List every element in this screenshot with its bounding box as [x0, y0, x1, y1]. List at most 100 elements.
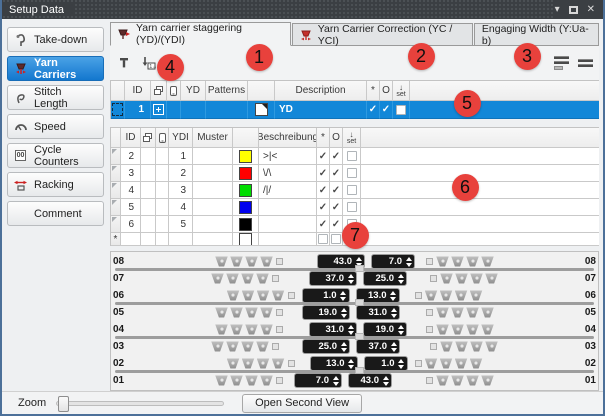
yarn-carrier-icon[interactable] — [230, 375, 243, 386]
color-swatch[interactable] — [239, 150, 252, 163]
split-view-icon[interactable] — [554, 56, 569, 70]
row-selector[interactable] — [111, 148, 121, 165]
yarn-carrier-icon[interactable] — [425, 358, 438, 369]
carrier-handle[interactable] — [276, 377, 283, 384]
cell-merge[interactable] — [141, 148, 156, 165]
cell-ydi[interactable] — [169, 233, 193, 246]
spin-up-icon[interactable] — [398, 274, 404, 278]
cell-set[interactable] — [343, 182, 361, 199]
yarn-carrier-icon[interactable] — [215, 307, 228, 318]
yarn-carrier-icon[interactable] — [481, 324, 494, 335]
set-checkbox[interactable] — [347, 202, 357, 212]
yarn-carrier-icon[interactable] — [245, 375, 258, 386]
row-selector[interactable] — [111, 216, 121, 233]
yarn-carrier-icon[interactable] — [226, 273, 239, 284]
row-selector[interactable] — [111, 199, 121, 216]
carrier-handle[interactable] — [415, 360, 422, 367]
cell-muster[interactable] — [193, 148, 233, 165]
yarn-carrier-icon[interactable] — [455, 290, 468, 301]
cell-id[interactable]: 6 — [121, 216, 141, 233]
sidebar-item-stitch-length[interactable]: Stitch Length — [7, 85, 104, 110]
sidebar-item-racking[interactable]: Racking — [7, 172, 104, 197]
row-selector[interactable] — [111, 101, 125, 119]
right-value-spinner[interactable]: 7.0 — [371, 254, 415, 269]
cell-swatch[interactable] — [233, 233, 259, 246]
cell-merge[interactable] — [141, 182, 156, 199]
spin-up-icon[interactable] — [348, 325, 354, 329]
cell-beschreibung[interactable]: >|< — [259, 148, 317, 165]
left-value-spinner[interactable]: 37.0 — [309, 271, 357, 286]
color-swatch[interactable] — [239, 218, 252, 231]
sidebar-item-take-down[interactable]: Take-down — [7, 27, 104, 52]
spin-up-icon[interactable] — [391, 342, 397, 346]
yarn-carrier-icon[interactable] — [440, 290, 453, 301]
cell-o[interactable]: ✓ — [330, 216, 343, 233]
left-value-spinner[interactable]: 43.0 — [317, 254, 365, 269]
set-checkbox[interactable] — [347, 151, 357, 161]
spin-up-icon[interactable] — [341, 308, 347, 312]
new-row-marker[interactable]: * — [111, 233, 121, 246]
carrier-handle[interactable] — [426, 326, 433, 333]
cell-device[interactable] — [156, 148, 169, 165]
yarn-carrier-icon[interactable] — [257, 358, 270, 369]
cell-o[interactable]: ✓ — [330, 148, 343, 165]
set-checkbox[interactable] — [396, 105, 406, 115]
row-selector[interactable] — [111, 165, 121, 182]
yarn-carrier-icon[interactable] — [481, 256, 494, 267]
window-menu-icon[interactable]: ▾ — [555, 0, 560, 19]
cell-o[interactable]: ✓ — [330, 165, 343, 182]
yarn-carrier-icon[interactable] — [455, 358, 468, 369]
carrier-handle[interactable] — [288, 360, 295, 367]
yarn-carrier-icon[interactable] — [451, 307, 464, 318]
yarn-carrier-icon[interactable] — [227, 290, 240, 301]
left-value-spinner[interactable]: 19.0 — [302, 305, 350, 320]
right-value-spinner[interactable]: 19.0 — [363, 322, 407, 337]
spin-up-icon[interactable] — [356, 257, 362, 261]
cell-ydi[interactable]: 4 — [169, 199, 193, 216]
cell-set[interactable] — [343, 165, 361, 182]
spin-up-icon[interactable] — [406, 257, 412, 261]
spinner-arrows[interactable] — [340, 342, 349, 352]
cell-muster[interactable] — [193, 216, 233, 233]
tab-2[interactable]: Yarn Carrier Correction (YC / YCI) — [292, 23, 473, 45]
spin-up-icon[interactable] — [333, 376, 339, 380]
yarn-carrier-icon[interactable] — [241, 341, 254, 352]
yarn-carrier-icon[interactable] — [466, 324, 479, 335]
yarn-carrier-icon[interactable] — [245, 324, 258, 335]
spinner-arrows[interactable] — [340, 308, 349, 318]
renumber-icon[interactable]: 1↔ — [139, 54, 157, 72]
spin-down-icon[interactable] — [406, 263, 412, 267]
cell-star[interactable] — [317, 233, 330, 246]
cell-merge[interactable] — [141, 233, 156, 246]
right-value-spinner[interactable]: 1.0 — [364, 356, 408, 371]
yarn-carrier-icon[interactable] — [256, 341, 269, 352]
spinner-arrows[interactable] — [405, 257, 414, 267]
yarn-carrier-icon[interactable] — [440, 341, 453, 352]
cell-swatch[interactable] — [248, 101, 275, 119]
spin-down-icon[interactable] — [398, 280, 404, 284]
yarn-carrier-icon[interactable] — [230, 307, 243, 318]
spin-down-icon[interactable] — [383, 382, 389, 386]
yarn-carrier-icon[interactable] — [227, 358, 240, 369]
cell-description[interactable]: YD — [275, 101, 367, 119]
yarn-carrier-icon[interactable] — [260, 324, 273, 335]
carrier-handle[interactable] — [415, 292, 422, 299]
carrier-handle[interactable] — [430, 275, 437, 282]
spin-down-icon[interactable] — [348, 331, 354, 335]
cell-o[interactable]: ✓ — [330, 199, 343, 216]
yarn-carrier-icon[interactable] — [256, 273, 269, 284]
ydi-table-row[interactable]: 43/|/✓✓ — [111, 182, 599, 199]
yarn-carrier-icon[interactable] — [481, 375, 494, 386]
spin-up-icon[interactable] — [348, 274, 354, 278]
yd-table-row[interactable]: 1YD✓✓ — [111, 101, 599, 119]
spinner-arrows[interactable] — [390, 291, 399, 301]
yarn-carrier-icon[interactable] — [466, 307, 479, 318]
cell-beschreibung[interactable] — [259, 216, 317, 233]
spinner-arrows[interactable] — [390, 342, 399, 352]
yarn-carrier-icon[interactable] — [466, 375, 479, 386]
spinner-arrows[interactable] — [347, 325, 356, 335]
yarn-carrier-icon[interactable] — [436, 256, 449, 267]
yarn-carrier-icon[interactable] — [241, 273, 254, 284]
cell-set[interactable] — [343, 148, 361, 165]
right-value-spinner[interactable]: 31.0 — [356, 305, 400, 320]
